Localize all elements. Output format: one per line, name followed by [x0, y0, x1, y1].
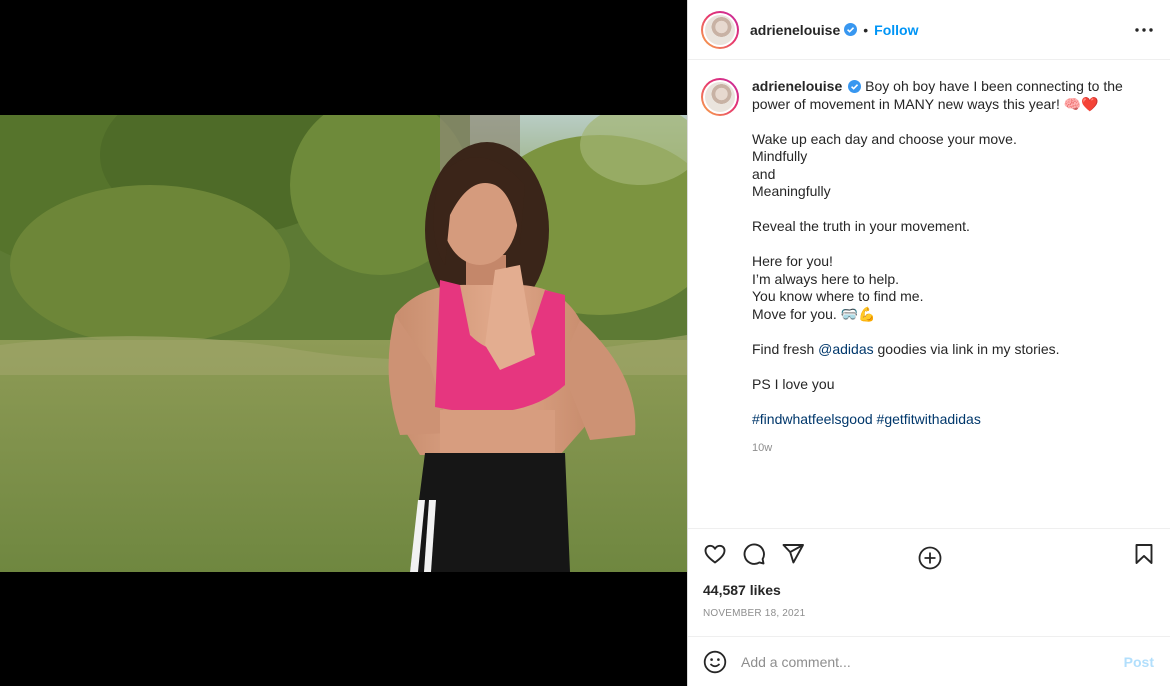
- bookmark-icon: [1135, 544, 1153, 564]
- caption-line: Mindfully: [752, 148, 808, 164]
- emoji-icon: [703, 650, 727, 673]
- comment-bar: Post: [688, 636, 1170, 686]
- caption-area: adrienelouise Boy oh boy have I been con…: [688, 60, 1170, 570]
- post-caption: adrienelouise Boy oh boy have I been con…: [752, 78, 1152, 457]
- action-icons: [703, 529, 1156, 579]
- post-header: adrienelouise • Follow: [688, 0, 1170, 60]
- mention-link[interactable]: @adidas: [818, 341, 873, 357]
- post-media: [0, 0, 687, 686]
- comment-button[interactable]: [742, 542, 766, 566]
- hashtag-link[interactable]: #findwhatfeelsgood: [752, 411, 873, 427]
- like-button[interactable]: [703, 542, 727, 566]
- caption-line: You know where to find me.: [752, 288, 924, 304]
- emoji-button[interactable]: [703, 650, 727, 674]
- post-date[interactable]: NOVEMBER 18, 2021: [703, 608, 1156, 619]
- photo-illustration: [0, 115, 687, 572]
- verified-badge-icon: [848, 80, 862, 93]
- hashtag-link[interactable]: #getfitwithadidas: [877, 411, 981, 427]
- comment-input[interactable]: [741, 653, 1124, 670]
- post-side-panel: adrienelouise • Follow adrienelouise Boy…: [687, 0, 1170, 686]
- likes-count[interactable]: 44,587 likes: [703, 582, 1156, 598]
- caption-row: adrienelouise Boy oh boy have I been con…: [701, 78, 1154, 457]
- follow-button[interactable]: Follow: [874, 22, 918, 38]
- avatar[interactable]: [701, 10, 739, 49]
- comment-icon: [743, 543, 765, 565]
- caption-avatar[interactable]: [701, 78, 739, 116]
- caption-timestamp[interactable]: 10w: [752, 440, 1152, 458]
- header-username[interactable]: adrienelouise: [750, 22, 840, 38]
- share-icon: [782, 544, 804, 564]
- post-photo[interactable]: [0, 115, 687, 572]
- caption-username[interactable]: adrienelouise: [752, 78, 842, 94]
- caption-line: Meaningfully: [752, 183, 831, 199]
- more-options-button[interactable]: [1132, 18, 1156, 42]
- share-button[interactable]: [781, 542, 805, 566]
- caption-line: Move for you. 🥽💪: [752, 305, 876, 322]
- post-actions: 44,587 likes NOVEMBER 18, 2021: [688, 528, 1170, 619]
- heart-icon: [704, 544, 726, 564]
- caption-line: Here for you!: [752, 253, 833, 269]
- caption-line: Find fresh: [752, 340, 815, 357]
- caption-line: goodies via link in my stories.: [877, 340, 1060, 357]
- header-separator: •: [863, 21, 869, 38]
- caption-line: I’m always here to help.: [752, 270, 900, 287]
- caption-line: Reveal the truth in your movement.: [752, 218, 970, 234]
- more-options-icon: [1135, 27, 1153, 32]
- caption-line: Wake up each day and choose your move.: [752, 130, 1017, 147]
- verified-badge-icon: [844, 23, 858, 36]
- caption-line: PS I love you: [752, 375, 835, 392]
- post-comment-button[interactable]: Post: [1124, 654, 1154, 670]
- caption-line: and: [752, 165, 776, 182]
- save-button[interactable]: [1132, 542, 1156, 566]
